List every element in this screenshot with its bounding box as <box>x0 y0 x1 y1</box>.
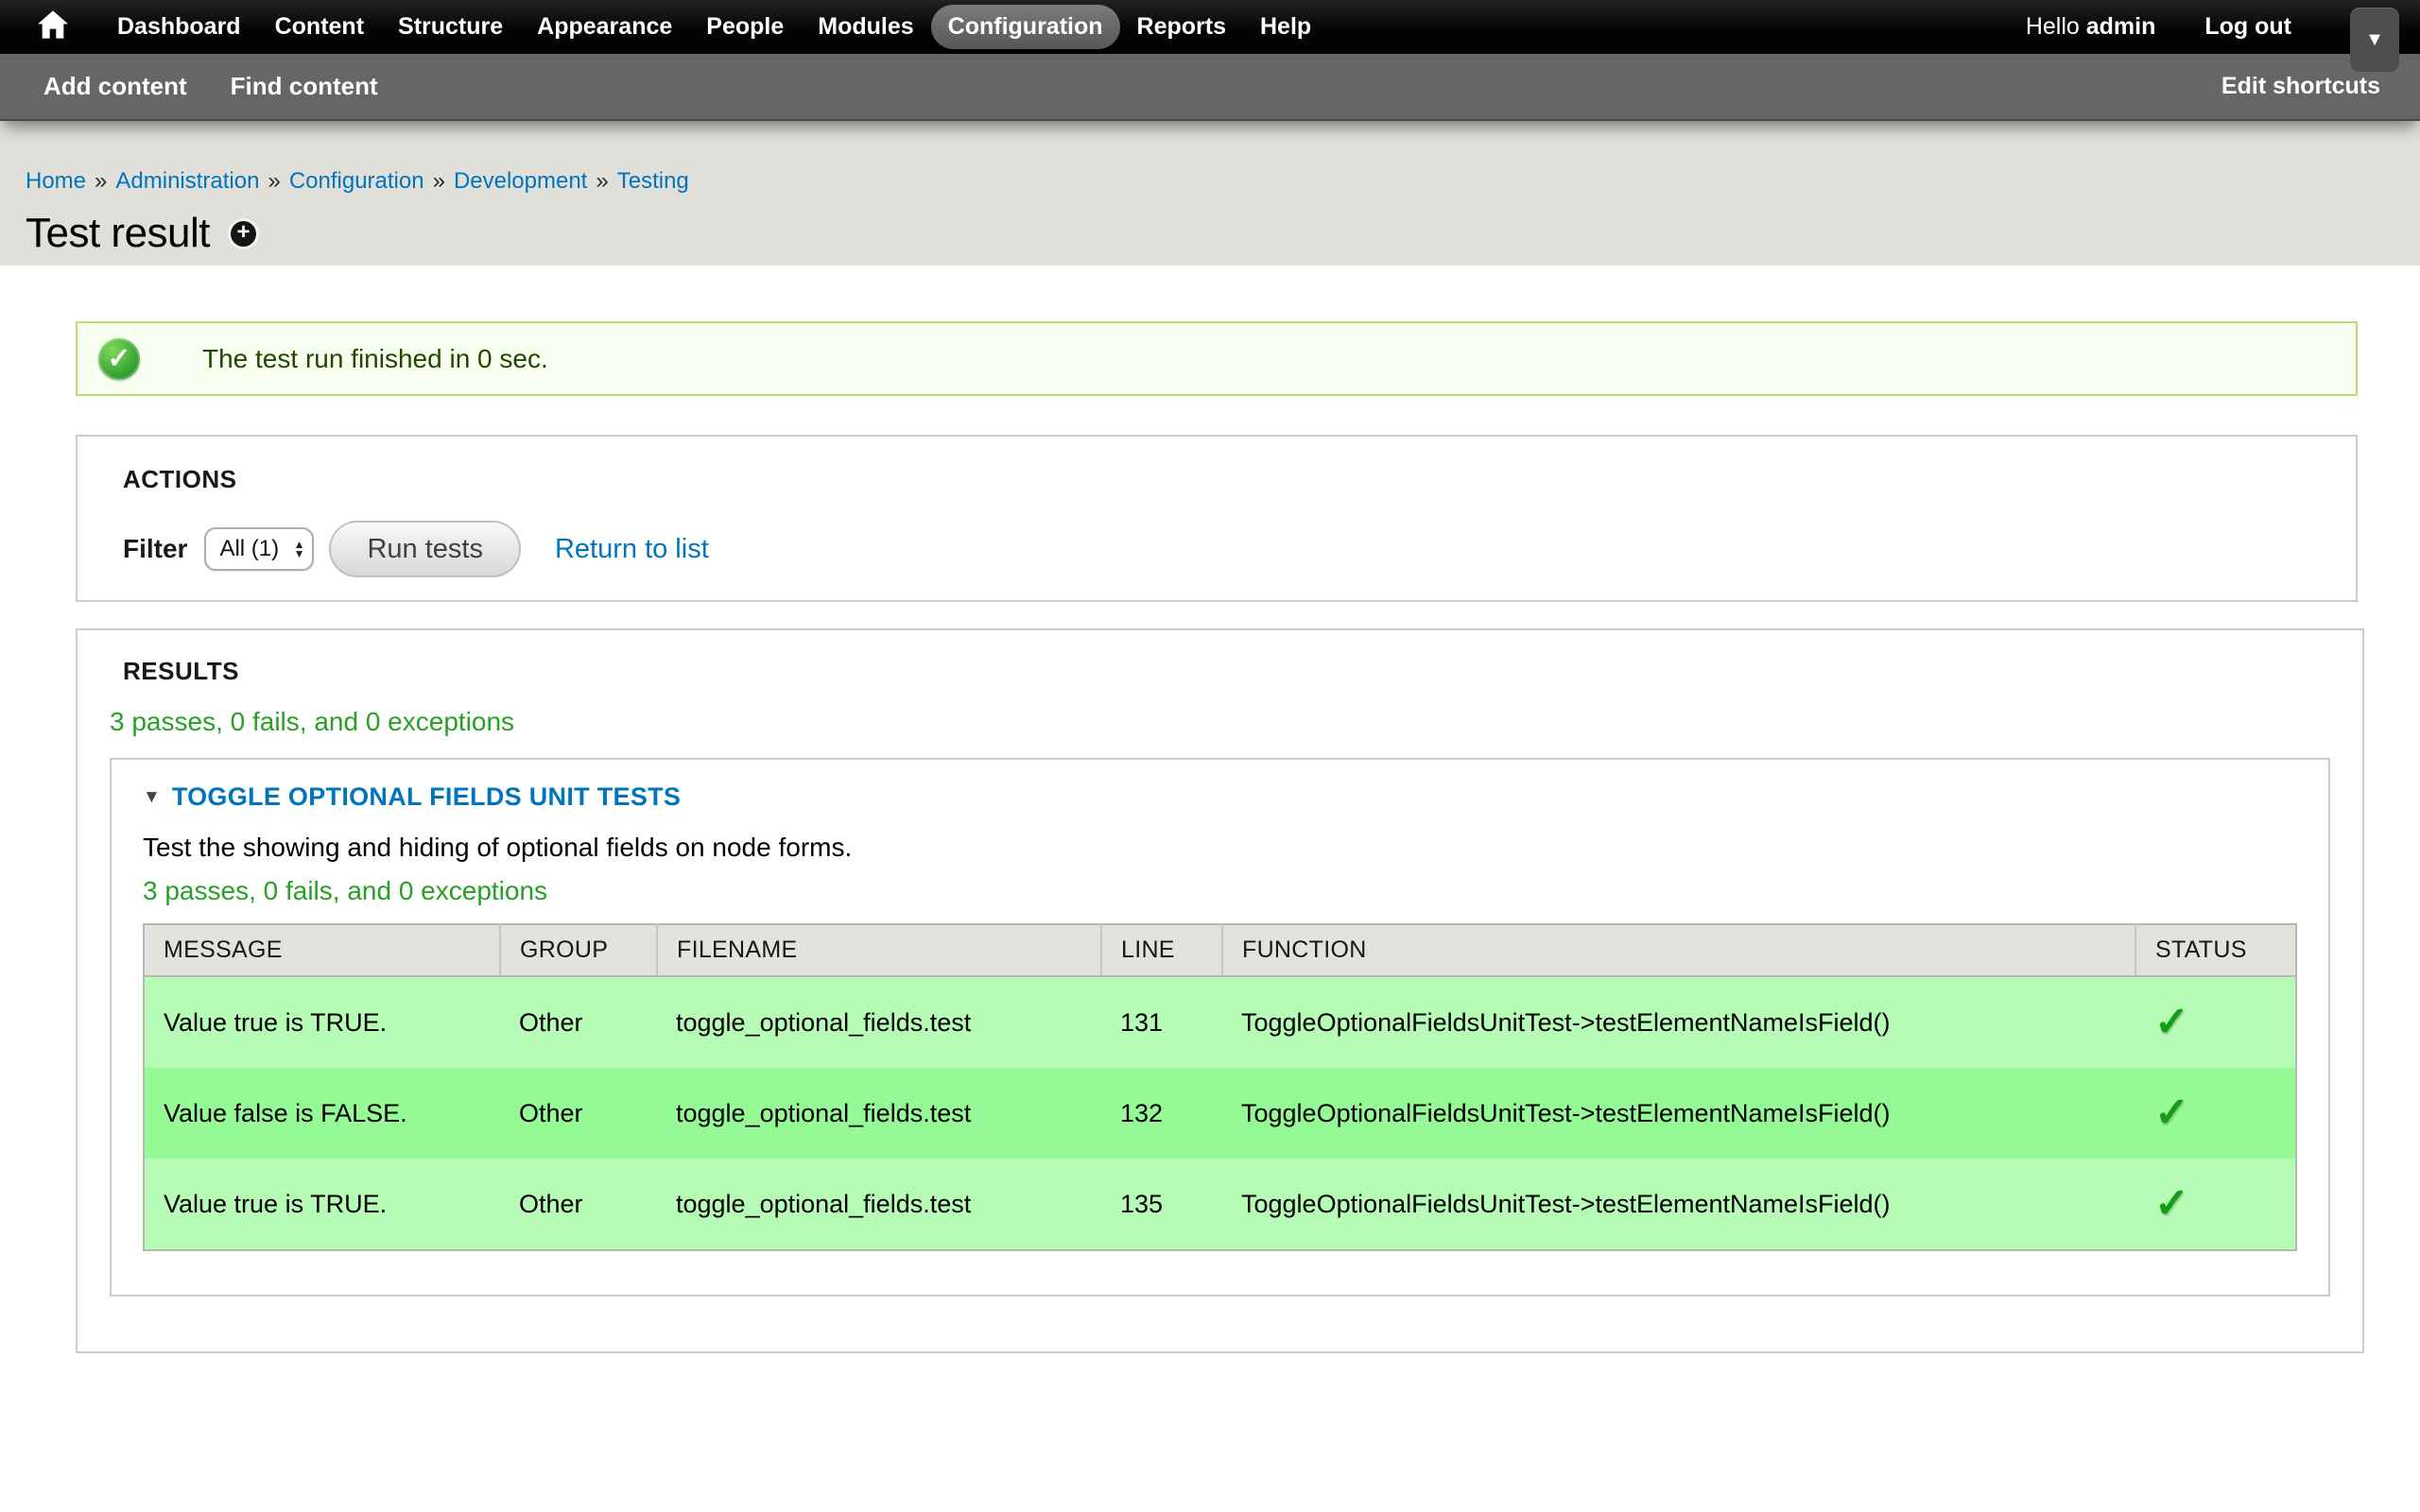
table-row: Value true is TRUE. Other toggle_optiona… <box>144 1159 2296 1250</box>
plus-icon: + <box>237 221 251 244</box>
actions-legend: ACTIONS <box>123 465 2310 494</box>
column-header-line: LINE <box>1101 924 1222 976</box>
cell-line: 132 <box>1101 1068 1222 1159</box>
breadcrumb-administration[interactable]: Administration <box>115 168 259 194</box>
chevron-down-icon: ▼ <box>2365 30 2384 49</box>
cell-status: ✓ <box>2135 1068 2296 1159</box>
test-group-fieldset: ▼ TOGGLE OPTIONAL FIELDS UNIT TESTS Test… <box>110 758 2330 1297</box>
test-group-description: Test the showing and hiding of optional … <box>143 833 2297 863</box>
cell-message: Value true is TRUE. <box>144 1159 500 1250</box>
toolbar-item-configuration[interactable]: Configuration <box>931 5 1120 49</box>
pass-check-icon: ✓ <box>2154 1090 2189 1136</box>
results-table: MESSAGE GROUP FILENAME LINE FUNCTION STA… <box>143 923 2297 1251</box>
cell-group: Other <box>500 976 657 1068</box>
cell-filename: toggle_optional_fields.test <box>657 976 1101 1068</box>
edit-shortcuts-link[interactable]: Edit shortcuts <box>2221 73 2380 100</box>
column-header-function: FUNCTION <box>1222 924 2135 976</box>
add-content-link[interactable]: Add content <box>43 72 187 101</box>
cell-function: ToggleOptionalFieldsUnitTest->testElemen… <box>1222 976 2135 1068</box>
column-header-filename: FILENAME <box>657 924 1101 976</box>
cell-group: Other <box>500 1068 657 1159</box>
status-ok-icon: ✓ <box>98 338 140 380</box>
breadcrumb-testing[interactable]: Testing <box>617 168 689 194</box>
filter-select-value: All (1) <box>219 536 293 562</box>
status-message-text: The test run finished in 0 sec. <box>202 344 548 374</box>
test-group-toggle-link[interactable]: ▼ TOGGLE OPTIONAL FIELDS UNIT TESTS <box>143 782 2297 812</box>
logout-link[interactable]: Log out <box>2204 13 2291 41</box>
return-to-list-link[interactable]: Return to list <box>555 534 709 565</box>
toolbar-user-area: Hello admin Log out <box>2026 0 2291 54</box>
toolbar-toggle-button[interactable]: ▼ <box>2350 8 2399 72</box>
toolbar-item-reports[interactable]: Reports <box>1120 5 1243 49</box>
main-content: ✓ The test run finished in 0 sec. ACTION… <box>0 321 2420 1353</box>
cell-filename: toggle_optional_fields.test <box>657 1159 1101 1250</box>
filter-label: Filter <box>123 534 187 564</box>
find-content-link[interactable]: Find content <box>231 72 378 101</box>
cell-message: Value true is TRUE. <box>144 976 500 1068</box>
cell-status: ✓ <box>2135 1159 2296 1250</box>
toolbar-item-people[interactable]: People <box>689 5 801 49</box>
status-message: ✓ The test run finished in 0 sec. <box>76 321 2358 396</box>
cell-status: ✓ <box>2135 976 2296 1068</box>
pass-check-icon: ✓ <box>2154 999 2189 1045</box>
run-tests-button[interactable]: Run tests <box>329 521 521 577</box>
collapse-arrow-icon: ▼ <box>143 787 161 808</box>
cell-function: ToggleOptionalFieldsUnitTest->testElemen… <box>1222 1068 2135 1159</box>
page-header: Home » Administration » Configuration » Develo… <box>0 121 2420 266</box>
page-title: Test result <box>26 210 210 257</box>
breadcrumb-separator: » <box>95 168 107 194</box>
actions-fieldset: ACTIONS Filter All (1) ▲ ▼ Run tests Ret… <box>76 435 2358 602</box>
admin-toolbar: Dashboard Content Structure Appearance P… <box>0 0 2420 54</box>
test-group-title: TOGGLE OPTIONAL FIELDS UNIT TESTS <box>172 782 681 812</box>
breadcrumb-home[interactable]: Home <box>26 168 86 194</box>
column-header-status: STATUS <box>2135 924 2296 976</box>
toolbar-item-modules[interactable]: Modules <box>801 5 930 49</box>
home-button[interactable] <box>38 10 68 43</box>
add-to-shortcuts-button[interactable]: + <box>231 221 256 247</box>
toolbar-menu: Dashboard Content Structure Appearance P… <box>100 5 1328 49</box>
username: admin <box>2086 13 2156 40</box>
toolbar-item-dashboard[interactable]: Dashboard <box>100 5 258 49</box>
user-greeting: Hello admin <box>2026 13 2156 41</box>
breadcrumb: Home » Administration » Configuration » Develo… <box>26 168 2420 195</box>
pass-check-icon: ✓ <box>2154 1180 2189 1227</box>
test-group-summary: 3 passes, 0 fails, and 0 exceptions <box>143 876 2297 906</box>
results-summary: 3 passes, 0 fails, and 0 exceptions <box>110 707 2330 737</box>
select-arrows-icon: ▲ ▼ <box>294 540 305 558</box>
breadcrumb-development[interactable]: Development <box>454 168 587 194</box>
table-row: Value false is FALSE. Other toggle_optio… <box>144 1068 2296 1159</box>
home-icon <box>38 10 68 43</box>
breadcrumb-separator: » <box>596 168 608 194</box>
cell-line: 131 <box>1101 976 1222 1068</box>
toolbar-item-structure[interactable]: Structure <box>381 5 520 49</box>
results-legend: RESULTS <box>123 657 2330 686</box>
results-fieldset: RESULTS 3 passes, 0 fails, and 0 excepti… <box>76 628 2364 1353</box>
toolbar-item-help[interactable]: Help <box>1243 5 1328 49</box>
breadcrumb-separator: » <box>268 168 280 194</box>
toolbar-item-content[interactable]: Content <box>258 5 381 49</box>
cell-line: 135 <box>1101 1159 1222 1250</box>
table-row: Value true is TRUE. Other toggle_optiona… <box>144 976 2296 1068</box>
column-header-message: MESSAGE <box>144 924 500 976</box>
breadcrumb-configuration[interactable]: Configuration <box>289 168 424 194</box>
cell-group: Other <box>500 1159 657 1250</box>
table-header-row: MESSAGE GROUP FILENAME LINE FUNCTION STA… <box>144 924 2296 976</box>
breadcrumb-separator: » <box>433 168 445 194</box>
shortcut-bar: Add content Find content Edit shortcuts <box>0 54 2420 121</box>
toolbar-item-appearance[interactable]: Appearance <box>520 5 689 49</box>
filter-select[interactable]: All (1) ▲ ▼ <box>204 527 314 571</box>
cell-function: ToggleOptionalFieldsUnitTest->testElemen… <box>1222 1159 2135 1250</box>
cell-filename: toggle_optional_fields.test <box>657 1068 1101 1159</box>
cell-message: Value false is FALSE. <box>144 1068 500 1159</box>
column-header-group: GROUP <box>500 924 657 976</box>
